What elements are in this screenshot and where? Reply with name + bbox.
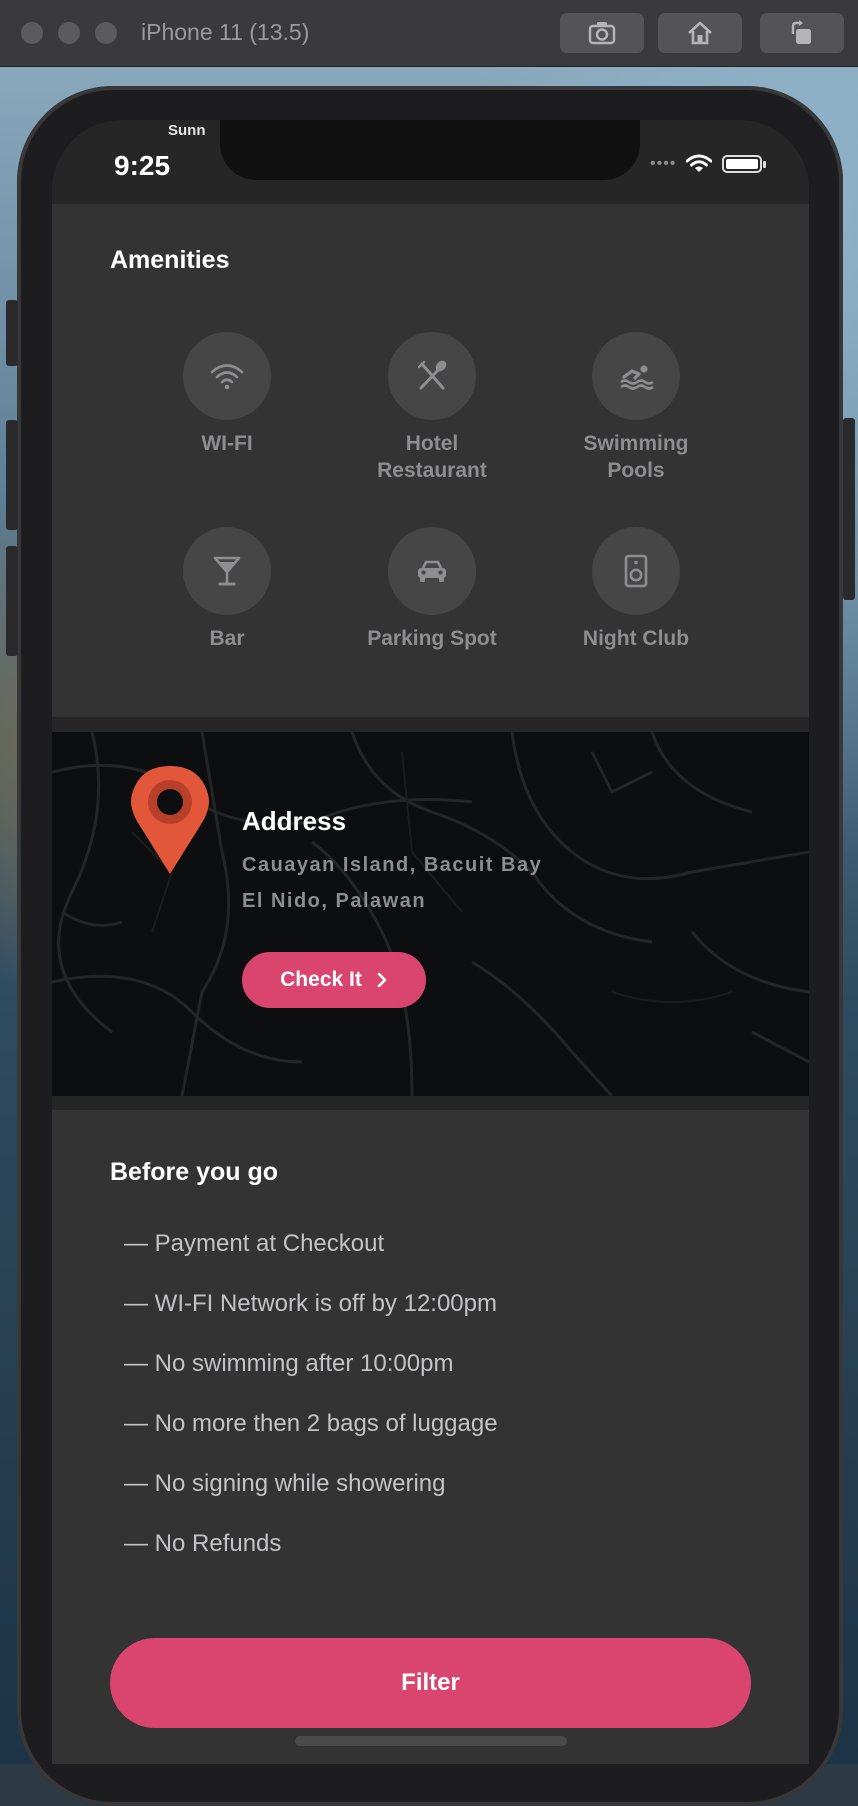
car-icon [418, 560, 446, 582]
simulator-titlebar: iPhone 11 (13.5) [0, 0, 858, 67]
amenity-label: Parking Spot [367, 627, 497, 650]
signal-icon: •••• [650, 155, 677, 172]
rotate-icon [791, 20, 811, 44]
amenity-bar[interactable]: Bar [127, 527, 327, 652]
battery-icon [722, 155, 767, 173]
rule-item: — No signing while showering [124, 1470, 446, 1497]
amenity-swimming-pools[interactable]: Swimming Pools [536, 332, 736, 484]
amenity-label: Night Club [582, 627, 690, 650]
fork-knife-icon [417, 360, 447, 390]
rule-item: — Payment at Checkout [124, 1230, 385, 1257]
check-it-label: Check It [280, 968, 362, 991]
power-button [843, 418, 855, 600]
address-line-1: Cauayan Island, Bacuit Bay [242, 854, 543, 876]
volume-down-button [6, 546, 18, 656]
chevron-right-icon [377, 972, 387, 988]
mute-switch [6, 300, 18, 366]
amenity-label: Swimming Pools [583, 432, 689, 482]
camera-icon [588, 22, 616, 45]
status-time: 9:25 [114, 150, 171, 181]
address-title: Address [242, 806, 347, 836]
before-you-go-title: Before you go [110, 1158, 279, 1186]
rule-item: — No swimming after 10:00pm [124, 1350, 454, 1377]
amenities-section: Amenities WI-FI Hotel Restaurant Swimmin… [52, 204, 809, 717]
cocktail-icon [213, 556, 241, 586]
amenity-label: Hotel Restaurant [377, 432, 487, 482]
check-it-button[interactable]: Check It [242, 952, 426, 1008]
map-pin-icon [131, 766, 209, 874]
swimmer-icon [620, 365, 654, 390]
amenity-label: WI-FI [201, 432, 253, 455]
status-icons: •••• [650, 154, 767, 174]
phone-screen: Sunn 9:25 •••• Amenities WI-FI Hotel Res… [52, 120, 809, 1764]
close-window-button[interactable] [21, 22, 43, 44]
wifi-status-icon [686, 154, 713, 172]
home-button[interactable] [658, 13, 742, 53]
home-indicator [295, 1736, 567, 1746]
carrier-label: Sunn [168, 122, 206, 139]
home-icon [688, 21, 712, 45]
notch [220, 120, 640, 180]
rule-item: — WI-FI Network is off by 12:00pm [124, 1290, 497, 1317]
rule-item: — No more then 2 bags of luggage [124, 1410, 498, 1437]
screenshot-button[interactable] [560, 13, 644, 53]
speaker-icon [624, 554, 648, 588]
amenity-wifi[interactable]: WI-FI [127, 332, 327, 457]
amenities-title: Amenities [110, 246, 230, 274]
rule-item: — No Refunds [124, 1530, 282, 1557]
amenity-parking-spot[interactable]: Parking Spot [332, 527, 532, 652]
filter-button[interactable]: Filter [110, 1638, 751, 1728]
window-title: iPhone 11 (13.5) [141, 19, 310, 45]
address-section: Address Cauayan Island, Bacuit Bay El Ni… [52, 732, 809, 1096]
status-bar: Sunn 9:25 •••• [52, 120, 809, 204]
minimize-window-button[interactable] [58, 22, 80, 44]
amenity-night-club[interactable]: Night Club [536, 527, 736, 652]
rotate-button[interactable] [760, 13, 844, 53]
amenity-label: Bar [209, 627, 245, 650]
wifi-icon [210, 364, 244, 390]
volume-up-button [6, 420, 18, 530]
address-line-2: El Nido, Palawan [242, 890, 427, 912]
zoom-window-button[interactable] [95, 22, 117, 44]
amenity-hotel-restaurant[interactable]: Hotel Restaurant [332, 332, 532, 484]
